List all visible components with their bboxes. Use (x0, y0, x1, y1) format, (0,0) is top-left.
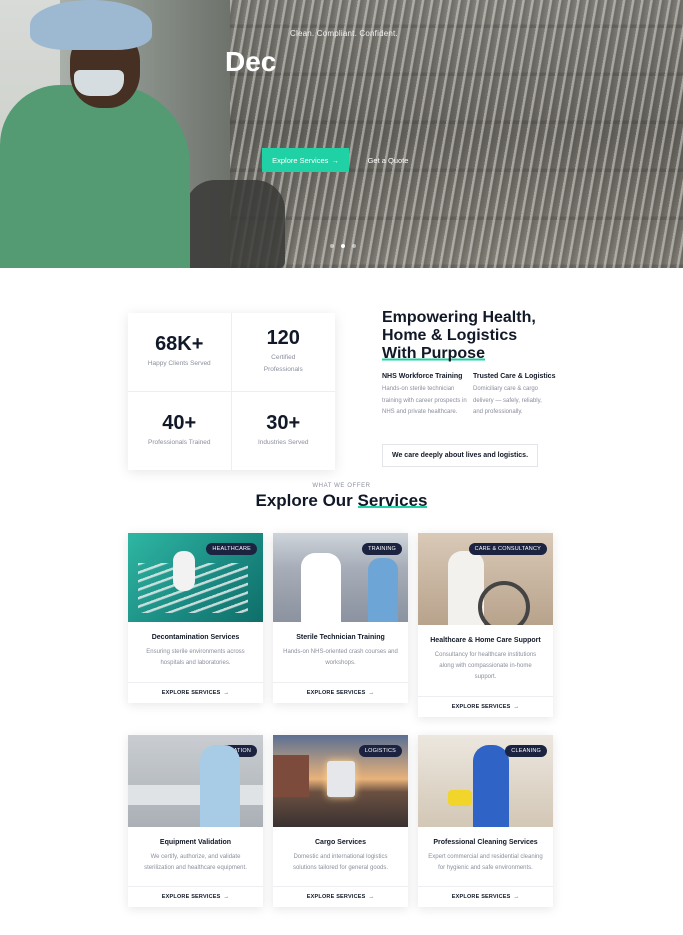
category-badge: CLEANING (505, 745, 547, 757)
service-card-text: Expert commercial and residential cleani… (428, 854, 543, 871)
service-card-cleaning[interactable]: CLEANING Professional Cleaning Services … (418, 735, 553, 907)
hero-tagline: Clean. Compliant. Confident. (290, 29, 398, 38)
arrow-right-icon: → (513, 894, 520, 900)
service-card-text: Ensuring sterile environments across hos… (146, 649, 245, 666)
stat-label: Certified Professionals (263, 354, 303, 374)
stat-certified-professionals: 120 Certified Professionals (231, 313, 335, 392)
service-card-homecare[interactable]: CARE & CONSULTANCY Healthcare & Home Car… (418, 533, 553, 717)
hero-banner: Clean. Compliant. Confident. Dec Explore… (0, 0, 683, 268)
stat-label: Happy Clients Served (147, 360, 211, 368)
service-card-title: Equipment Validation (159, 839, 232, 846)
arrow-right-icon: → (223, 894, 230, 900)
explore-services-link[interactable]: EXPLORE SERVICES → (273, 682, 408, 703)
category-badge: VALIDATION (211, 745, 257, 757)
arrow-right-icon: → (368, 690, 375, 696)
about-heading-line1: Empowering Health, (382, 309, 536, 326)
service-card-text: We certify, authorize, and validate ster… (144, 854, 247, 871)
about-heading-line2: Home & Logistics (382, 327, 518, 344)
service-card-image: TRAINING (273, 533, 408, 622)
explore-services-link-label: EXPLORE SERVICES (306, 894, 366, 900)
stat-label: Professionals Trained (147, 439, 211, 447)
explore-services-link[interactable]: EXPLORE SERVICES → (128, 682, 263, 703)
get-a-quote-button[interactable]: Get a Quote (362, 148, 414, 172)
about-feature-title: NHS Workforce Training (382, 373, 463, 380)
category-badge: LOGISTICS (358, 745, 402, 757)
stat-label: Industries Served (257, 439, 309, 447)
about-feature-text: Hands-on sterile technician training wit… (382, 386, 467, 415)
stats-grid: 68K+ Happy Clients Served 120 Certified … (128, 313, 335, 470)
explore-services-link[interactable]: EXPLORE SERVICES → (273, 886, 408, 907)
service-card-title: Cargo Services (315, 839, 366, 846)
explore-services-link[interactable]: EXPLORE SERVICES → (418, 886, 553, 907)
category-badge: HEALTHCARE (206, 543, 257, 555)
about-feature-text: Domiciliary care & cargo delivery — safe… (473, 386, 542, 415)
slider-dot-3[interactable] (352, 244, 356, 248)
explore-services-link-label: EXPLORE SERVICES (161, 690, 221, 696)
stat-number: 68K+ (155, 333, 204, 356)
services-heading-highlight: Services (357, 491, 428, 510)
explore-services-link-label: EXPLORE SERVICES (451, 894, 511, 900)
explore-services-label: Explore Services (272, 155, 329, 165)
service-card-validation[interactable]: VALIDATION Equipment Validation We certi… (128, 735, 263, 907)
explore-services-link-label: EXPLORE SERVICES (451, 704, 511, 710)
service-card-title: Professional Cleaning Services (433, 839, 538, 846)
category-badge: TRAINING (362, 543, 402, 555)
explore-services-link-label: EXPLORE SERVICES (306, 690, 366, 696)
service-card-title: Healthcare & Home Care Support (430, 637, 541, 644)
stat-happy-clients: 68K+ Happy Clients Served (128, 313, 232, 392)
stat-industries-served: 30+ Industries Served (232, 392, 336, 471)
service-card-image: LOGISTICS (273, 735, 408, 827)
explore-services-link[interactable]: EXPLORE SERVICES → (128, 886, 263, 907)
service-card-decontamination[interactable]: HEALTHCARE Decontamination Services Ensu… (128, 533, 263, 703)
explore-services-button[interactable]: Explore Services → (262, 148, 349, 172)
about-feature-title: Trusted Care & Logistics (473, 373, 556, 380)
about-feature-care-logistics: Trusted Care & Logistics Domiciliary car… (473, 373, 556, 419)
slider-dot-1[interactable] (330, 244, 334, 248)
stat-number: 40+ (162, 412, 197, 435)
service-card-text: Hands-on NHS-oriented crash courses and … (283, 649, 398, 666)
explore-services-link-label: EXPLORE SERVICES (161, 894, 221, 900)
service-card-text: Consultancy for healthcare institutions … (434, 652, 537, 680)
stat-professionals-trained: 40+ Professionals Trained (128, 391, 232, 470)
about-heading: Empowering Health, Home & Logistics With… (382, 309, 582, 363)
service-card-text: Domestic and international logistics sol… (292, 854, 389, 871)
service-card-image: VALIDATION (128, 735, 263, 827)
about-statement-pill: We care deeply about lives and logistics… (382, 444, 538, 467)
arrow-right-icon: → (331, 155, 339, 165)
services-heading: Explore Our Services (0, 491, 683, 511)
service-card-training[interactable]: TRAINING Sterile Technician Training Han… (273, 533, 408, 703)
service-card-image: HEALTHCARE (128, 533, 263, 622)
slider-dot-2[interactable] (341, 244, 345, 248)
hero-title: Dec (225, 46, 277, 77)
service-card-cargo[interactable]: LOGISTICS Cargo Services Domestic and in… (273, 735, 408, 907)
arrow-right-icon: → (513, 704, 520, 710)
arrow-right-icon: → (368, 894, 375, 900)
stat-number: 120 (266, 327, 300, 350)
about-feature-nhs: NHS Workforce Training Hands-on sterile … (382, 373, 472, 419)
about-heading-highlight: With Purpose (382, 345, 485, 362)
service-card-title: Decontamination Services (151, 634, 240, 641)
explore-services-link[interactable]: EXPLORE SERVICES → (418, 696, 553, 717)
service-card-image: CARE & CONSULTANCY (418, 533, 553, 625)
category-badge: CARE & CONSULTANCY (468, 543, 547, 555)
slider-dots (330, 244, 356, 248)
service-card-image: CLEANING (418, 735, 553, 827)
stat-number: 30+ (266, 412, 301, 435)
services-eyebrow: WHAT WE OFFER (312, 483, 371, 489)
services-heading-plain: Explore Our (255, 491, 358, 510)
service-card-title: Sterile Technician Training (296, 634, 385, 641)
arrow-right-icon: → (223, 690, 230, 696)
